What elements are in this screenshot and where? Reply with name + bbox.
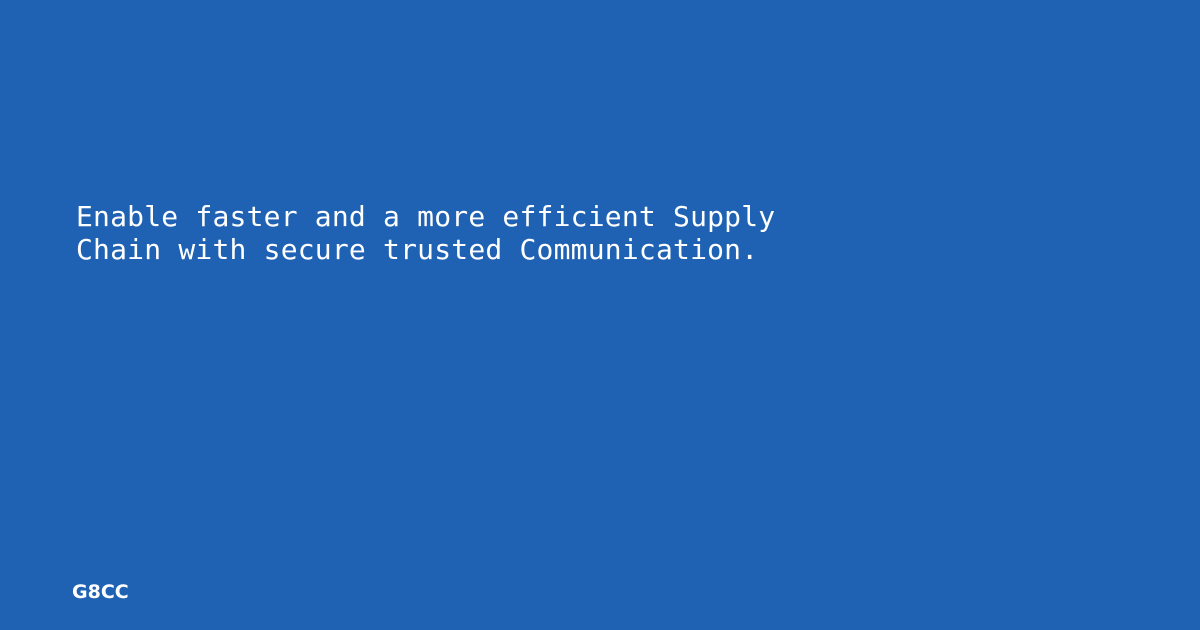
social-card: Enable faster and a more efficient Suppl…: [0, 0, 1200, 630]
brand-name: G8CC: [72, 581, 129, 603]
headline: Enable faster and a more efficient Suppl…: [76, 200, 776, 266]
